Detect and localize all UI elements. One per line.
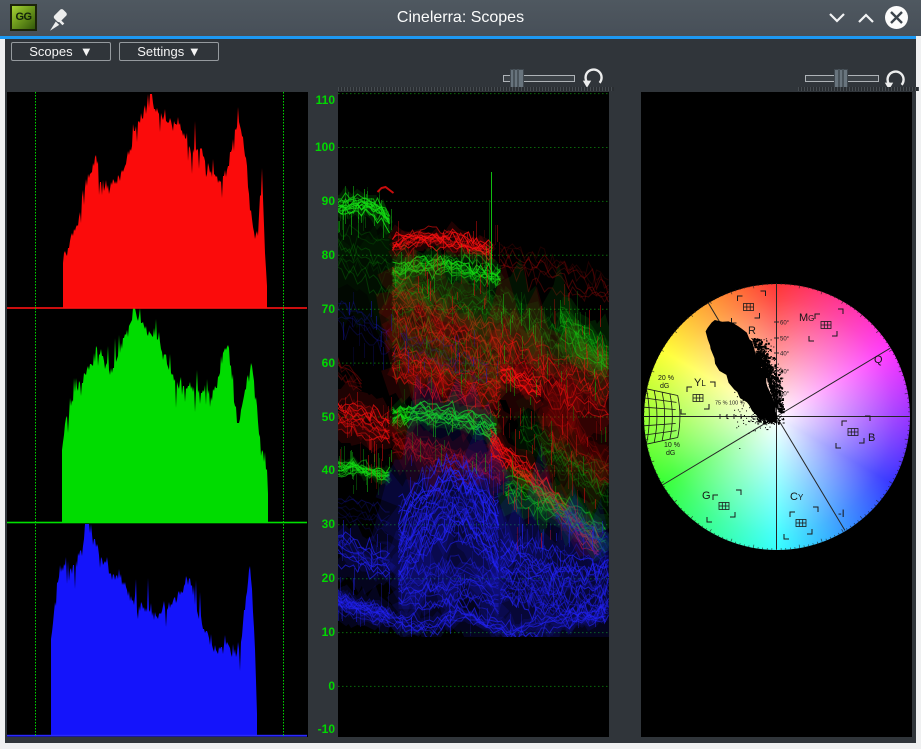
svg-text:75 %: 75 %: [715, 401, 728, 407]
svg-text:-I: -I: [838, 508, 845, 520]
svg-text:G: G: [702, 490, 711, 502]
svg-text:10 %: 10 %: [664, 442, 680, 449]
svg-text:20 %: 20 %: [658, 375, 674, 382]
svg-text:60°: 60°: [780, 321, 790, 327]
svg-text:dG: dG: [660, 383, 669, 390]
svg-text:50°: 50°: [780, 337, 790, 343]
svg-text:dG: dG: [666, 450, 675, 457]
svg-text:B: B: [868, 432, 875, 444]
svg-text:CY: CY: [790, 491, 804, 503]
svg-text:100 %: 100 %: [729, 401, 745, 407]
svg-text:40°: 40°: [780, 352, 790, 358]
svg-text:YL: YL: [694, 377, 706, 389]
svg-text:Q: Q: [874, 354, 883, 366]
svg-text:R: R: [748, 325, 756, 337]
svg-text:MG: MG: [799, 312, 814, 324]
